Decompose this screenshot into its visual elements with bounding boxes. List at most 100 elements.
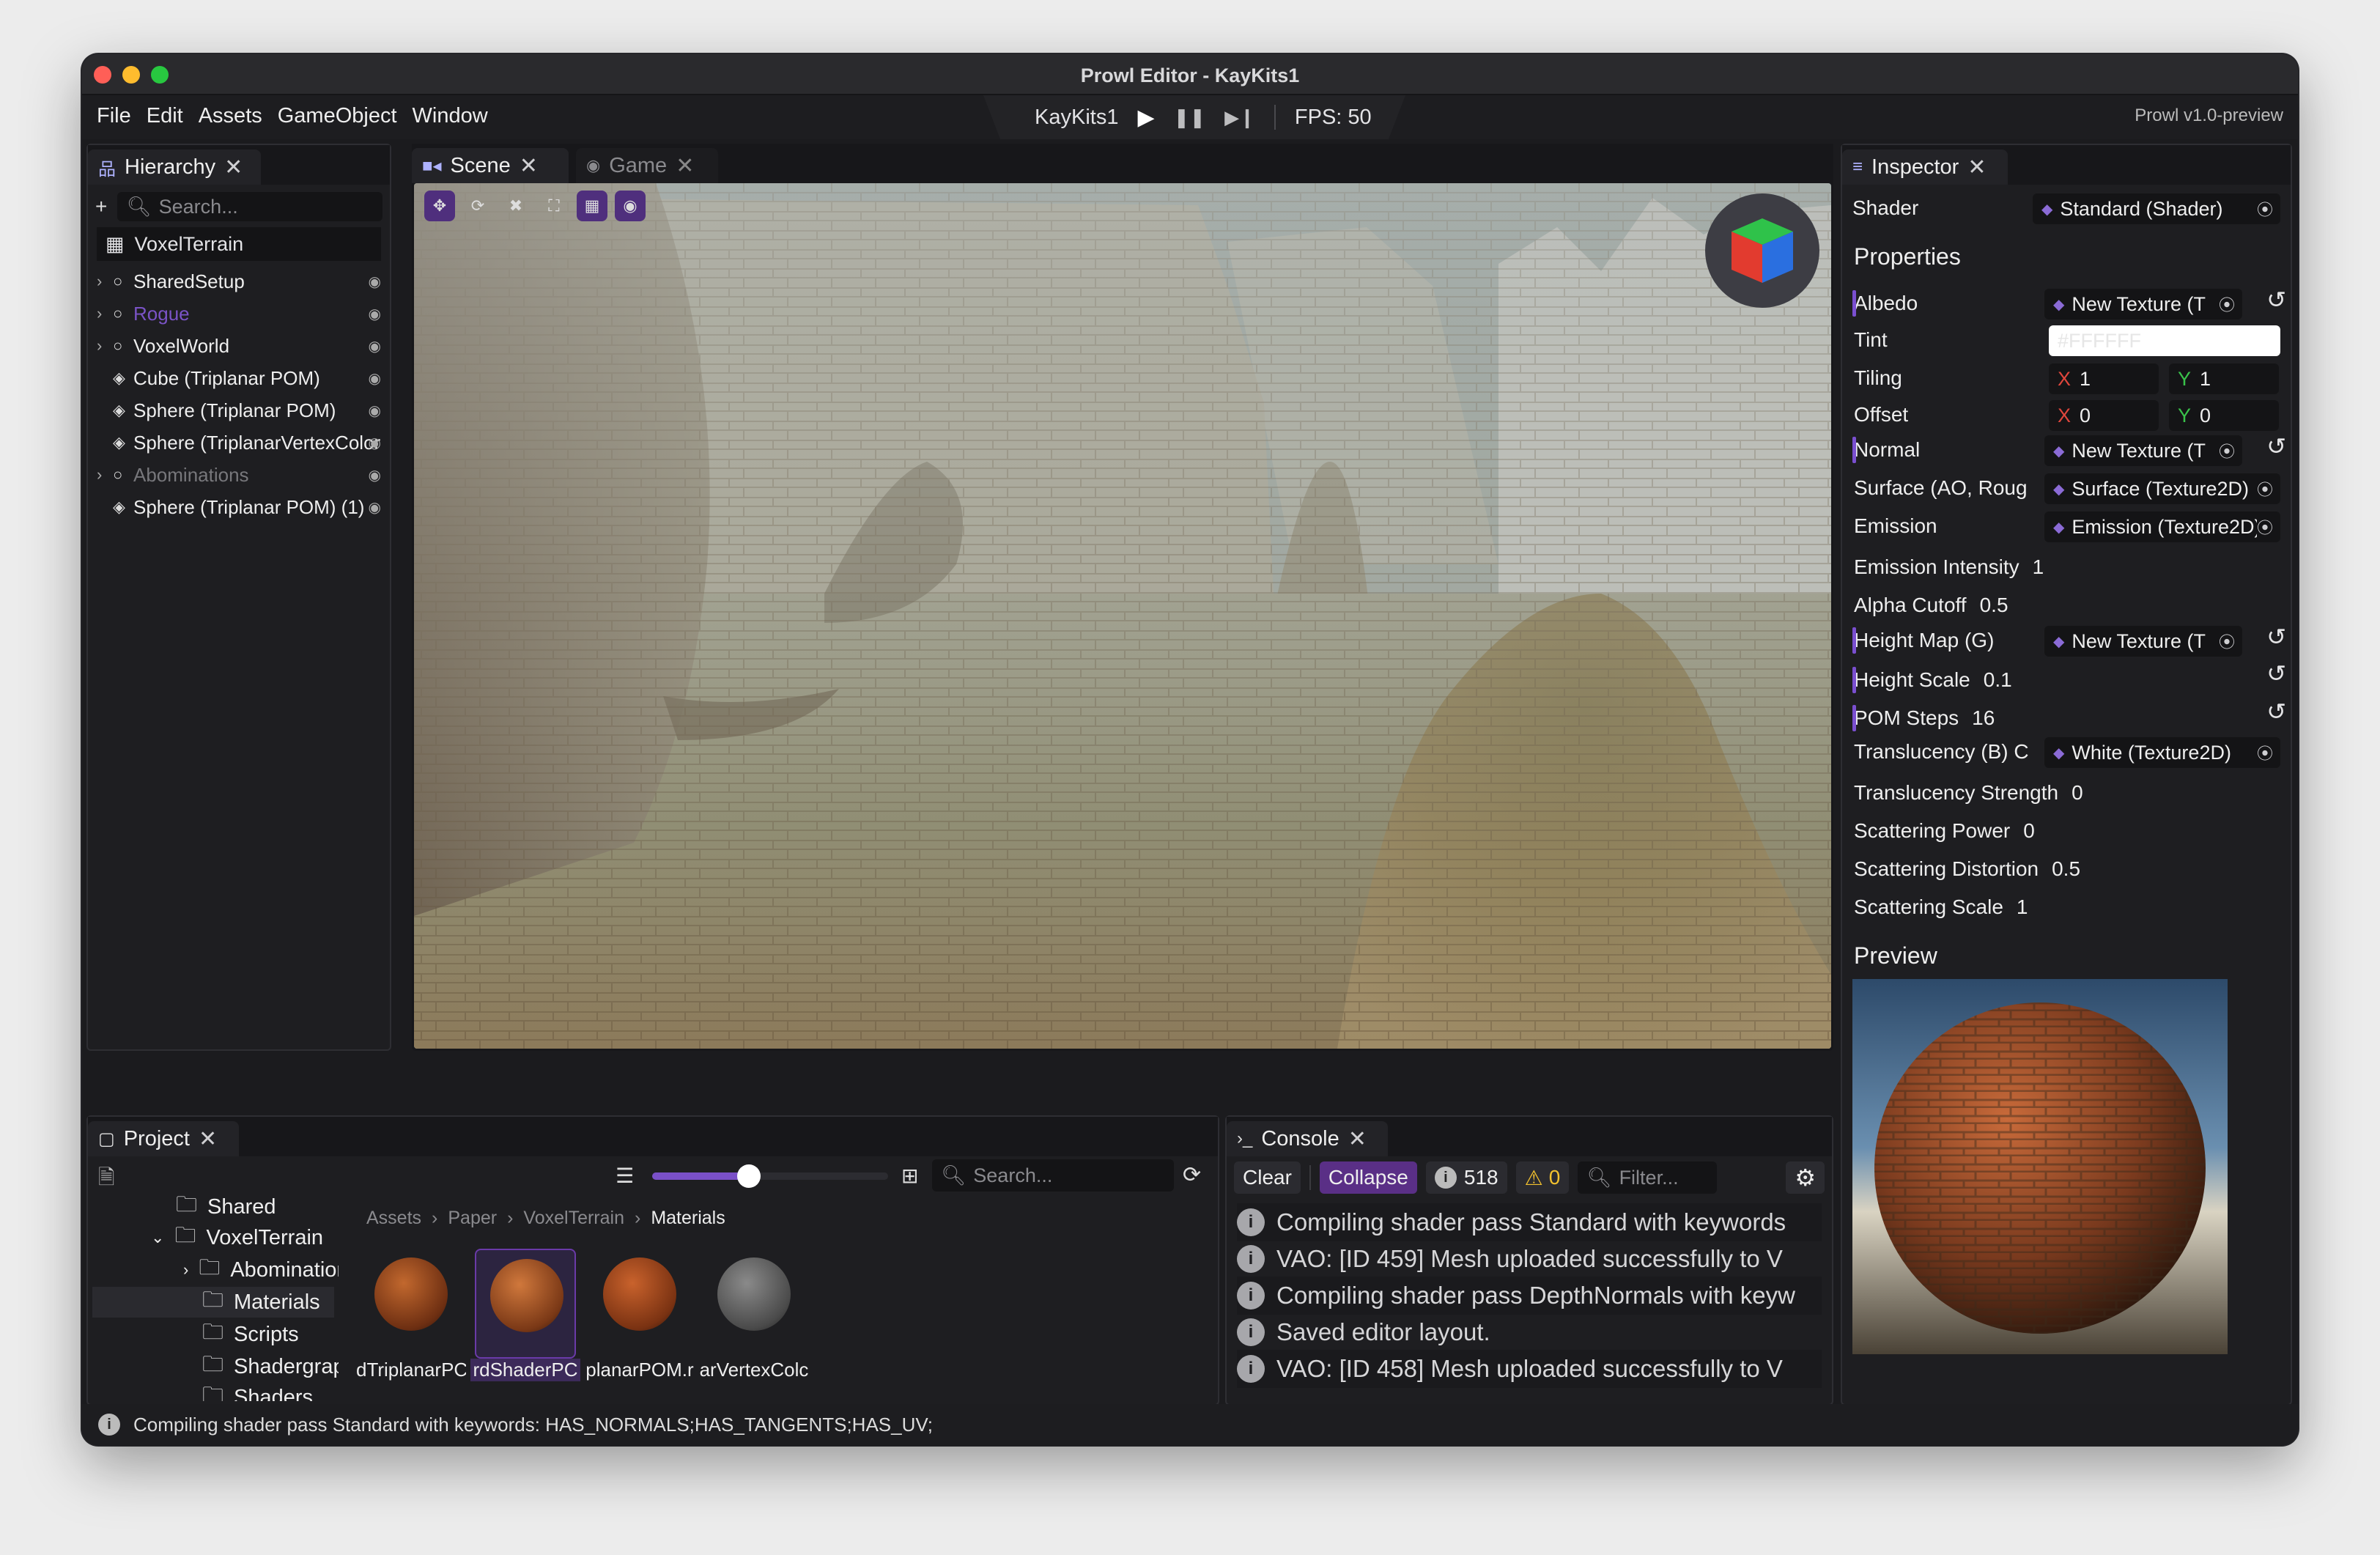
- offset-y-field[interactable]: Y0: [2169, 400, 2279, 431]
- hierarchy-item[interactable]: ◈ Sphere (Triplanar POM) (1) ◉: [97, 492, 384, 522]
- asset-thumbnail[interactable]: [589, 1249, 690, 1359]
- info-filter-button[interactable]: i 518: [1425, 1161, 1507, 1194]
- translucency-strength-value[interactable]: 0: [2072, 781, 2083, 805]
- tab-project[interactable]: ▢ Project ✕: [88, 1121, 239, 1156]
- collapse-button[interactable]: Collapse: [1319, 1161, 1417, 1194]
- tree-item-scripts[interactable]: 🗀 Scripts: [202, 1319, 299, 1350]
- tree-item-materials[interactable]: 🗀 Materials: [202, 1287, 320, 1318]
- reset-icon[interactable]: ↺: [2266, 698, 2286, 725]
- new-asset-icon[interactable]: 🗎: [98, 1162, 115, 1197]
- breadcrumb-item[interactable]: Assets: [366, 1208, 421, 1229]
- chevron-right-icon[interactable]: ›: [97, 465, 113, 484]
- console-entry[interactable]: i VAO: [ID 458] Mesh uploaded successfull…: [1237, 1350, 1822, 1388]
- picker-icon[interactable]: ⦿: [2219, 292, 2235, 316]
- zoom-slider[interactable]: [652, 1164, 888, 1188]
- hierarchy-item[interactable]: › ○ Abominations ◉: [97, 460, 384, 490]
- scale-tool-button[interactable]: ✖: [500, 191, 531, 221]
- step-icon[interactable]: ▶❙: [1224, 106, 1255, 129]
- tiling-x-field[interactable]: X1: [2049, 363, 2159, 394]
- tree-item-shared[interactable]: 🗀 Shared: [176, 1196, 276, 1222]
- eye-icon[interactable]: ◉: [369, 498, 381, 517]
- console-entry[interactable]: i VAO: [ID 459] Mesh uploaded successfull…: [1237, 1240, 1822, 1278]
- asset-thumbnail[interactable]: [361, 1249, 462, 1359]
- pom-steps-row[interactable]: POM Steps 16: [1852, 701, 2280, 736]
- tree-item-shadergraph[interactable]: 🗀 Shadergrapl: [202, 1351, 339, 1382]
- height-map-field[interactable]: ◆ New Texture (T ⦿: [2044, 626, 2242, 657]
- refresh-icon[interactable]: ⟳: [1183, 1162, 1201, 1188]
- add-object-button[interactable]: +: [95, 195, 107, 218]
- picker-icon[interactable]: ⦿: [2219, 629, 2235, 653]
- hierarchy-item[interactable]: ◈ Sphere (TriplanarVertexColor ◉: [97, 428, 384, 457]
- hierarchy-item[interactable]: › ○ VoxelWorld ◉: [97, 331, 384, 361]
- offset-x-field[interactable]: X0: [2049, 400, 2159, 431]
- hierarchy-item[interactable]: ◈ Sphere (Triplanar POM) ◉: [97, 396, 384, 425]
- grid-toggle-button[interactable]: ▦: [577, 191, 607, 221]
- console-filter-input[interactable]: 🔍︎ Filter...: [1578, 1161, 1718, 1194]
- scattering-power-row[interactable]: Scattering Power 0: [1854, 813, 2280, 849]
- eye-icon[interactable]: ◉: [369, 402, 381, 420]
- close-icon[interactable]: ✕: [199, 1126, 217, 1152]
- close-icon[interactable]: ✕: [1967, 155, 1986, 180]
- picker-icon[interactable]: ⦿: [2219, 439, 2235, 462]
- console-entry[interactable]: i Compiling shader pass DepthNormals with…: [1237, 1277, 1822, 1315]
- emission-intensity-value[interactable]: 1: [2033, 555, 2044, 579]
- menu-gameobject[interactable]: GameObject: [278, 104, 397, 128]
- chevron-right-icon[interactable]: ›: [97, 336, 113, 355]
- picker-icon[interactable]: ⦿: [2256, 515, 2273, 539]
- tab-hierarchy[interactable]: 品 Hierarchy ✕: [88, 149, 261, 185]
- tab-console[interactable]: ›_ Console ✕: [1227, 1121, 1388, 1156]
- tab-inspector[interactable]: ≡ Inspector ✕: [1842, 149, 2008, 185]
- close-icon[interactable]: ✕: [520, 153, 538, 179]
- height-scale-row[interactable]: Height Scale 0.1: [1852, 662, 2280, 698]
- warning-filter-button[interactable]: ⚠ 0: [1515, 1161, 1570, 1194]
- chevron-right-icon[interactable]: ›: [97, 304, 113, 323]
- scattering-scale-value[interactable]: 1: [2017, 895, 2028, 919]
- tiling-y-field[interactable]: Y1: [2169, 363, 2279, 394]
- scattering-distortion-value[interactable]: 0.5: [2052, 857, 2080, 881]
- pom-steps-value[interactable]: 16: [1972, 706, 1995, 730]
- eye-icon[interactable]: ◉: [369, 337, 381, 355]
- scattering-distortion-row[interactable]: Scattering Distortion 0.5: [1854, 852, 2280, 887]
- translucency-strength-row[interactable]: Translucency Strength 0: [1854, 775, 2280, 810]
- scene-viewport[interactable]: ✥ ⟳ ✖ ⛶ ▦ ◉: [414, 183, 1831, 1049]
- rect-tool-button[interactable]: ⛶: [539, 191, 569, 221]
- tree-item-abomination[interactable]: › 🗀 Abomination: [183, 1255, 339, 1285]
- grid-view-icon[interactable]: ⊞: [901, 1164, 918, 1188]
- eye-icon[interactable]: ◉: [369, 273, 381, 291]
- close-icon[interactable]: ✕: [676, 153, 694, 179]
- reset-icon[interactable]: ↺: [2266, 286, 2286, 314]
- tab-game[interactable]: ◉ Game ✕: [576, 148, 718, 183]
- surface-field[interactable]: ◆ Surface (Texture2D) ⦿: [2044, 473, 2280, 504]
- asset-thumbnail-selected[interactable]: [475, 1249, 576, 1359]
- eye-icon[interactable]: ◉: [369, 434, 381, 452]
- tab-scene[interactable]: ■◂ Scene ✕: [412, 148, 569, 183]
- height-scale-value[interactable]: 0.1: [1984, 668, 2012, 692]
- hierarchy-item[interactable]: › ○ Rogue ◉: [97, 299, 384, 328]
- visibility-toggle-button[interactable]: ◉: [615, 191, 646, 221]
- breadcrumb-item[interactable]: Paper: [448, 1208, 497, 1229]
- alpha-cutoff-value[interactable]: 0.5: [1980, 594, 2008, 617]
- list-view-icon[interactable]: ☰: [616, 1164, 634, 1188]
- close-icon[interactable]: ✕: [1348, 1126, 1367, 1152]
- picker-icon[interactable]: ⦿: [2257, 741, 2273, 764]
- eye-icon[interactable]: ◉: [369, 466, 381, 484]
- tree-item-voxelterrain[interactable]: ⌄ 🗀 VoxelTerrain: [151, 1222, 323, 1253]
- emission-intensity-row[interactable]: Emission Intensity 1: [1854, 550, 2280, 585]
- menu-edit[interactable]: Edit: [147, 104, 183, 128]
- breadcrumb-item[interactable]: VoxelTerrain: [523, 1208, 624, 1229]
- gear-icon[interactable]: ⚙: [1786, 1161, 1825, 1194]
- hierarchy-scene-root[interactable]: ▦ VoxelTerrain: [97, 227, 381, 261]
- emission-field[interactable]: ◆ Emission (Texture2D) ⦿: [2044, 511, 2280, 542]
- menu-window[interactable]: Window: [413, 104, 488, 128]
- clear-button[interactable]: Clear: [1234, 1161, 1301, 1194]
- breadcrumb-item[interactable]: Materials: [651, 1208, 725, 1229]
- reset-icon[interactable]: ↺: [2266, 660, 2286, 687]
- asset-thumbnail[interactable]: [703, 1249, 805, 1359]
- scattering-scale-row[interactable]: Scattering Scale 1: [1854, 890, 2280, 925]
- terrain-render[interactable]: [414, 183, 1831, 1049]
- eye-icon[interactable]: ◉: [369, 305, 381, 323]
- console-entry[interactable]: i Saved editor layout.: [1237, 1313, 1822, 1351]
- translucency-field[interactable]: ◆ White (Texture2D) ⦿: [2044, 737, 2280, 768]
- albedo-field[interactable]: ◆ New Texture (T ⦿: [2044, 289, 2242, 320]
- rotate-tool-button[interactable]: ⟳: [462, 191, 493, 221]
